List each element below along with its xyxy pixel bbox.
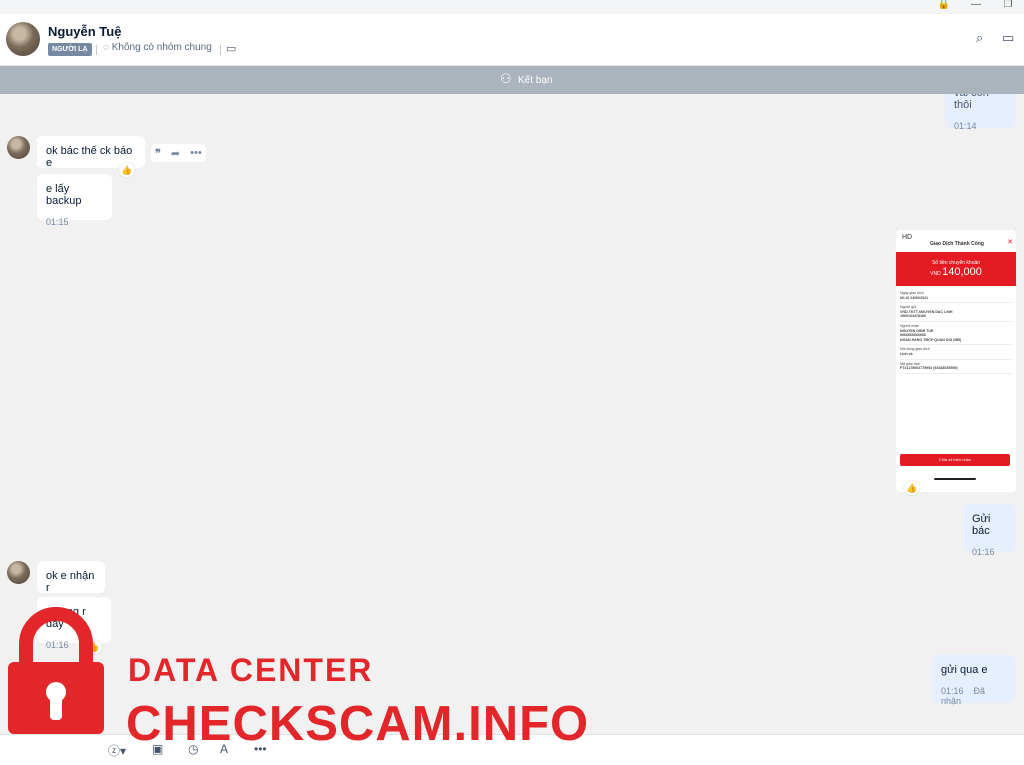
tag-icon[interactable]: ▭ (226, 42, 236, 55)
divider (96, 45, 97, 55)
restore-icon[interactable]: ❐ (1000, 0, 1016, 12)
search-icon[interactable]: ⌕ (976, 30, 983, 46)
stranger-badge: NGƯỜI LẠ (48, 43, 92, 56)
message-outgoing[interactable]: gửi qua e 01:16 Đã nhận (932, 655, 1015, 706)
sticker-icon[interactable]: ⓩ▾ (108, 742, 126, 759)
message-incoming[interactable]: e lấy backup 01:15 (37, 174, 112, 227)
message-incoming[interactable]: ok e nhận r (37, 561, 105, 594)
like-reaction-icon[interactable]: 👍 (86, 640, 102, 654)
minimize-icon[interactable]: — (968, 0, 984, 12)
message-text: vài còn thôi (954, 94, 989, 111)
receipt-header: HD Giao Dịch Thành Công ✕ (896, 230, 1016, 252)
receipt-amount-box: Số tiền chuyển khoản VND 140,000 (896, 252, 1016, 286)
forward-icon[interactable]: ➦ (171, 147, 180, 160)
contact-name[interactable]: Nguyễn Tuệ (48, 24, 121, 39)
contact-card-icon[interactable]: ▣ (152, 742, 163, 756)
message-text: Gửi bác (972, 513, 991, 537)
more-options-icon[interactable]: ••• (254, 742, 267, 756)
message-text: e lấy backup (46, 183, 82, 207)
chat-header: Nguyễn Tuệ NGƯỜI LẠ ◌ Không có nhóm chun… (0, 14, 1024, 66)
receipt-share-button: Chia sẻ biên nhận (900, 454, 1010, 466)
message-time: 01:15 (46, 217, 69, 227)
transfer-receipt-image[interactable]: HD Giao Dịch Thành Công ✕ Số tiền chuyển… (896, 230, 1016, 492)
receipt-amount: 140,000 (942, 266, 982, 278)
message-text: gửi qua e (941, 664, 988, 676)
like-reaction-icon[interactable]: 👍 (904, 481, 920, 495)
message-time: 01:16 (972, 547, 995, 557)
message-outgoing[interactable]: Gửi bác 01:16 (963, 504, 1015, 557)
reminder-icon[interactable]: ◷ (188, 742, 198, 756)
group-icon: ◌ (103, 42, 109, 53)
receipt-currency: VND (930, 271, 941, 277)
phone-home-bar (934, 478, 976, 480)
common-group-label[interactable]: ◌ Không có nhóm chung (103, 42, 212, 53)
composer-toolbar: ⓩ▾ ▣ ◷ A ••• (0, 734, 1024, 765)
receipt-hd-label: HD (902, 234, 913, 241)
message-time: 01:16 Đã nhận (941, 686, 986, 706)
lock-icon[interactable]: 🔒 (936, 0, 952, 12)
message-text: ok e nhận r (46, 570, 95, 594)
message-time: 01:14 (954, 121, 977, 131)
more-icon[interactable]: ••• (190, 147, 202, 159)
receipt-row: Nội dung giao dịch Linh ck (900, 345, 1012, 360)
text-format-icon[interactable]: A (220, 742, 228, 756)
close-icon: ✕ (1007, 239, 1013, 246)
window-titlebar: 🔒 — ❐ (0, 0, 1024, 14)
message-outgoing[interactable]: vài còn thôi 01:14 (945, 94, 1015, 131)
divider (220, 45, 221, 55)
add-friend-bar[interactable]: ⚇ Kết bạn (0, 66, 1024, 94)
receipt-row: Người gửi VND-TKTT-NGUYEN DAC LINH 1960104… (900, 303, 1012, 322)
receipt-details: Ngày giao dịch 06:16 24/06/2021 Người gửi… (896, 286, 1016, 377)
contact-avatar[interactable] (6, 22, 40, 56)
common-group-text: Không có nhóm chung (111, 42, 212, 53)
video-call-icon[interactable]: ▭ (1002, 30, 1014, 46)
message-text: e xong r đây (46, 606, 86, 630)
receipt-row: Người nhận NGUYEN DINH TUE 6666666666666 NG… (900, 322, 1012, 346)
receipt-title: Giao Dịch Thành Công (930, 241, 984, 247)
sender-avatar[interactable] (7, 561, 30, 584)
chat-area: vài còn thôi 01:14 ok bác thế ck báo e 👍… (0, 94, 1024, 734)
message-incoming[interactable]: e xong r đây 01:16 (37, 597, 111, 650)
receipt-row: Mã giao dịch FT21175003775903 (5168303555… (900, 360, 1012, 374)
message-actions: ❞ ➦ ••• (151, 144, 206, 162)
sender-avatar[interactable] (7, 136, 30, 159)
add-user-icon: ⚇ (500, 71, 512, 86)
like-reaction-icon[interactable]: 👍 (119, 163, 135, 177)
receipt-row: Ngày giao dịch 06:16 24/06/2021 (900, 289, 1012, 304)
add-friend-label: Kết bạn (518, 75, 553, 86)
quote-icon[interactable]: ❞ (155, 147, 161, 160)
